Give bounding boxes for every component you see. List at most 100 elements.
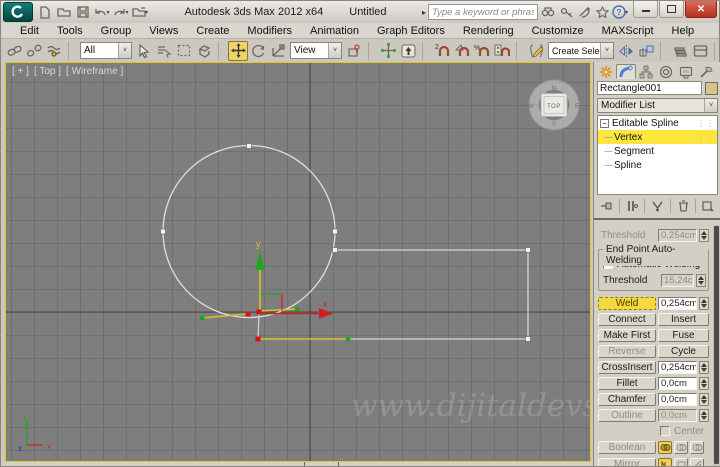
cycle-button[interactable]: Cycle: [658, 345, 709, 358]
viewport-menu-label[interactable]: [ + ]: [12, 66, 29, 77]
fuse-button[interactable]: Fuse: [658, 329, 709, 342]
qat-customize-dropdown[interactable]: ▾: [145, 9, 148, 16]
menu-edit[interactable]: Edit: [11, 25, 48, 37]
gizmo-y-arrowhead[interactable]: [255, 251, 265, 270]
pin-stack-button[interactable]: [598, 198, 615, 214]
window-crossing-toggle[interactable]: [194, 41, 214, 61]
gizmo-x-arrowhead[interactable]: [319, 308, 333, 319]
named-selection-sets-dropdown[interactable]: Create Selection Se˅: [548, 42, 614, 59]
viewport-shading-label[interactable]: [ Wireframe ]: [66, 66, 123, 77]
chamfer-spinner[interactable]: [699, 393, 709, 406]
use-pivot-point-center-button[interactable]: [344, 41, 364, 61]
fillet-field[interactable]: 0,0cm: [658, 377, 697, 390]
application-menu-button[interactable]: ▾: [3, 2, 33, 22]
scrollbar-thumb[interactable]: [714, 226, 719, 464]
viewcube-north-label[interactable]: N: [552, 86, 556, 92]
tab-display[interactable]: [676, 64, 696, 79]
viewport-view-label[interactable]: [ Top ]: [34, 66, 61, 77]
panel-scrollbar[interactable]: [713, 225, 720, 466]
stack-subitem-segment[interactable]: ---- Segment: [598, 144, 717, 158]
open-file-button[interactable]: [55, 4, 73, 21]
boolean-union-button[interactable]: [658, 440, 672, 454]
weld-threshold-field[interactable]: 0,254cm: [658, 297, 697, 310]
percent-snap-toggle[interactable]: %: [472, 41, 492, 61]
cross-insert-field[interactable]: 0,254cm: [658, 361, 697, 374]
minimize-button[interactable]: [633, 1, 658, 18]
select-and-link-button[interactable]: [4, 41, 24, 61]
bind-to-space-warp-button[interactable]: [44, 41, 64, 61]
configure-modifier-sets-button[interactable]: [700, 198, 717, 214]
collapse-icon[interactable]: −: [600, 118, 609, 128]
menu-animation[interactable]: Animation: [301, 25, 368, 37]
mirror-horizontal-button[interactable]: [658, 457, 672, 466]
stack-item-editable-spline[interactable]: − Editable Spline ⋮⋮: [598, 116, 717, 130]
select-and-move-button[interactable]: [228, 40, 248, 61]
favorites-button[interactable]: [594, 4, 610, 20]
select-and-manipulate-button[interactable]: [378, 41, 398, 61]
object-name-field[interactable]: [597, 81, 702, 95]
menu-create[interactable]: Create: [187, 25, 238, 37]
vertex-handle[interactable]: [525, 247, 531, 253]
vertex-handle[interactable]: [160, 228, 166, 235]
bezier-knot[interactable]: [295, 307, 300, 312]
mirror-button[interactable]: [616, 41, 636, 61]
make-unique-button[interactable]: [649, 198, 666, 214]
spinner-snap-toggle[interactable]: [492, 41, 512, 61]
remove-modifier-button[interactable]: [675, 198, 692, 214]
connect-button[interactable]: Connect: [598, 313, 656, 326]
tab-modify[interactable]: [616, 64, 636, 79]
align-button[interactable]: [636, 41, 656, 61]
angle-snap-toggle[interactable]: [452, 41, 472, 61]
unlink-selection-button[interactable]: [24, 41, 44, 61]
vertex-handle[interactable]: [332, 228, 338, 235]
close-button[interactable]: ✕: [685, 1, 717, 18]
menu-views[interactable]: Views: [140, 25, 187, 37]
threshold-spinner[interactable]: [699, 229, 709, 242]
search-button[interactable]: [540, 4, 556, 20]
fillet-button[interactable]: Fillet: [598, 377, 656, 390]
make-first-button[interactable]: Make First: [598, 329, 656, 342]
viewcube-south-label[interactable]: S: [552, 122, 556, 128]
select-and-rotate-button[interactable]: [248, 41, 268, 61]
viewport-top[interactable]: [ + ] [ Top ] [ Wireframe ] www.dijitald…: [5, 62, 591, 462]
chamfer-field[interactable]: 0,0cm: [658, 393, 697, 406]
subscription-center-button[interactable]: [558, 4, 574, 20]
vertex-handle[interactable]: [525, 336, 531, 342]
object-color-swatch[interactable]: [705, 81, 718, 95]
select-by-name-button[interactable]: [154, 41, 174, 61]
viewcube-top-label[interactable]: TOP: [547, 104, 561, 110]
maximize-button[interactable]: [659, 1, 684, 18]
stack-subitem-vertex[interactable]: ---- Vertex ⋮⋮: [598, 130, 717, 144]
help-button[interactable]: ? ▾: [612, 4, 628, 20]
menu-rendering[interactable]: Rendering: [454, 25, 523, 37]
help-dropdown-arrow[interactable]: ▾: [625, 9, 628, 16]
modifier-list-dropdown[interactable]: Modifier List ˅: [597, 98, 718, 113]
menu-help[interactable]: Help: [663, 25, 704, 37]
tab-utilities[interactable]: [696, 64, 716, 79]
insert-button[interactable]: Insert: [658, 313, 709, 326]
new-scene-button[interactable]: [36, 4, 54, 21]
chamfer-button[interactable]: Chamfer: [598, 393, 656, 406]
selected-vertex-handle[interactable]: [245, 311, 251, 317]
communication-center-button[interactable]: [576, 4, 592, 20]
search-input[interactable]: [429, 5, 537, 19]
bezier-knot[interactable]: [200, 316, 205, 321]
tab-hierarchy[interactable]: [636, 64, 656, 79]
show-end-result-button[interactable]: [624, 198, 641, 214]
cross-insert-button[interactable]: CrossInsert: [598, 361, 656, 374]
snaps-toggle-2d[interactable]: 2: [432, 41, 452, 61]
keyboard-shortcut-override-toggle[interactable]: [398, 41, 418, 61]
project-folder-button[interactable]: ▾: [131, 4, 149, 21]
cross-insert-spinner[interactable]: [699, 361, 709, 374]
graphite-modeling-tools-toggle[interactable]: [690, 41, 710, 61]
menu-maxscript[interactable]: MAXScript: [593, 25, 663, 37]
undo-button[interactable]: ▾: [93, 4, 111, 21]
reference-coordinate-system-dropdown[interactable]: View ˅: [290, 42, 342, 59]
vertex-ticks-icon[interactable]: ⋮⋮: [697, 119, 715, 128]
edit-named-selection-sets-button[interactable]: [526, 41, 546, 61]
menu-graph-editors[interactable]: Graph Editors: [368, 25, 454, 37]
save-file-button[interactable]: [74, 4, 92, 21]
selected-vertex-handle[interactable]: [255, 336, 261, 342]
menu-group[interactable]: Group: [92, 25, 141, 37]
weld-button[interactable]: Weld: [598, 297, 656, 310]
